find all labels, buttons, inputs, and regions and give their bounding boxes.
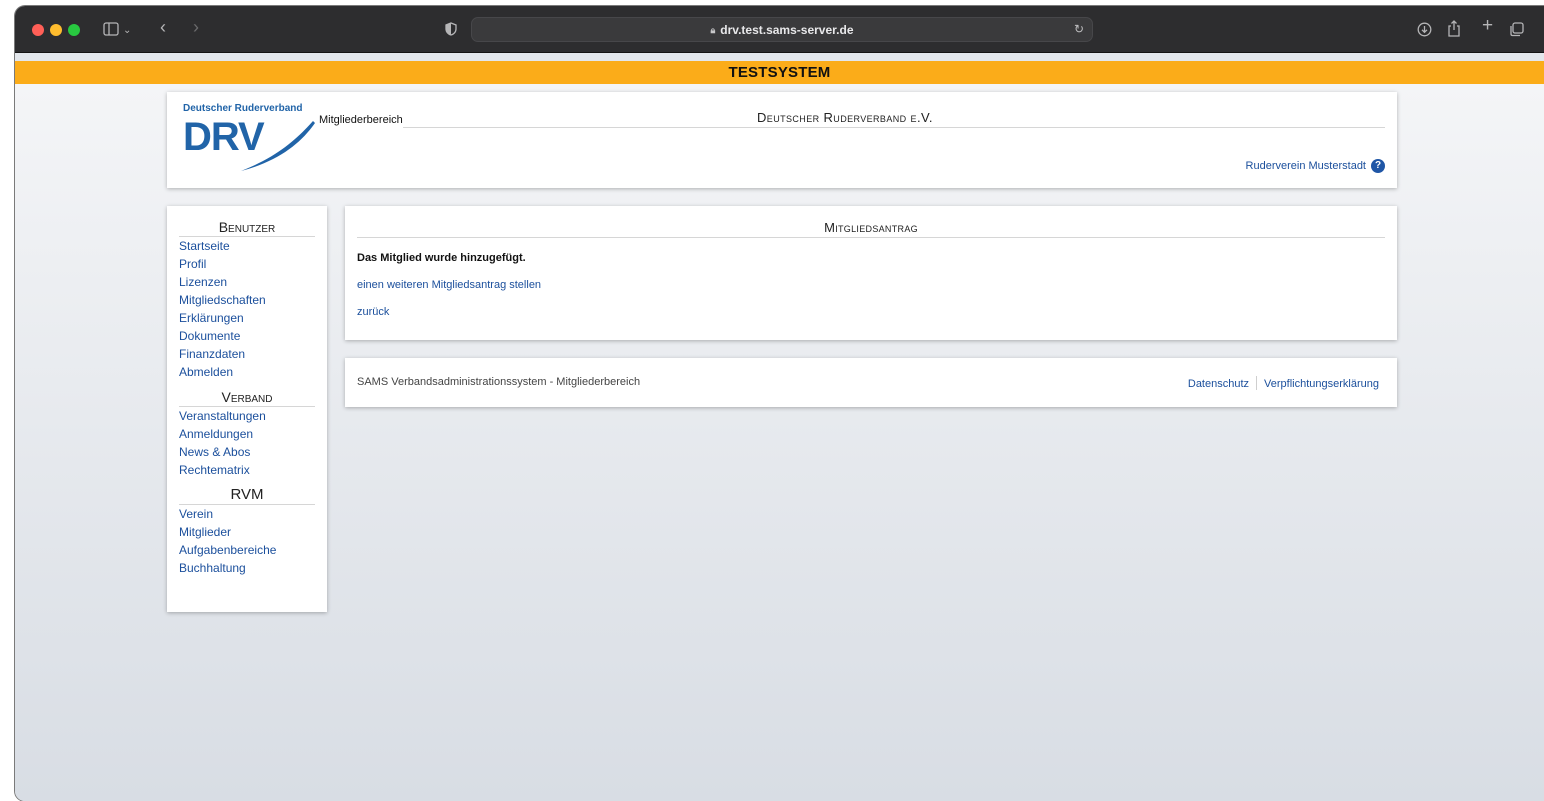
sidebar-item-mitglieder[interactable]: Mitglieder: [179, 523, 315, 541]
privacy-shield-icon[interactable]: [445, 22, 457, 36]
sidebar-item-startseite[interactable]: Startseite: [179, 237, 315, 255]
logo-swoosh-icon: [241, 121, 315, 171]
club-link[interactable]: Ruderverein Musterstadt ?: [1246, 159, 1385, 173]
lock-icon: 🔒︎: [710, 25, 716, 35]
back-link[interactable]: zurück: [357, 306, 389, 318]
testsystem-banner: TESTSYSTEM: [15, 61, 1544, 84]
header-divider: [403, 127, 1385, 128]
chevron-down-icon[interactable]: ⌄: [123, 23, 131, 39]
sidebar-item-lizenzen[interactable]: Lizenzen: [179, 273, 315, 291]
help-icon[interactable]: ?: [1371, 159, 1385, 173]
new-tab-icon[interactable]: +: [1482, 16, 1493, 35]
sidebar-item-erklaerungen[interactable]: Erklärungen: [179, 309, 315, 327]
area-label: Mitgliederbereich: [319, 114, 403, 126]
sidebar-toggle-icon[interactable]: [103, 22, 119, 36]
logo-text: Deutscher Ruderverband: [183, 103, 303, 114]
browser-window: ⌄ ‹ › 🔒︎ drv.test.sams-server.de ↻ + TEST…: [15, 6, 1544, 801]
sidebar-item-verein[interactable]: Verein: [179, 505, 315, 523]
footer-separator: [1256, 376, 1258, 390]
privacy-link[interactable]: Datenschutz: [1188, 378, 1249, 390]
share-icon[interactable]: [1447, 20, 1461, 37]
sidebar-item-buchhaltung[interactable]: Buchhaltung: [179, 559, 315, 577]
sidebar-item-finanzdaten[interactable]: Finanzdaten: [179, 345, 315, 363]
url-text: drv.test.sams-server.de: [720, 23, 854, 37]
sidebar-item-profil[interactable]: Profil: [179, 255, 315, 273]
back-icon[interactable]: ‹: [160, 18, 166, 36]
zoom-window-button[interactable]: [68, 24, 80, 36]
site-footer: SAMS Verbandsadministrationssystem - Mit…: [345, 358, 1397, 407]
forward-icon[interactable]: ›: [193, 18, 199, 36]
site-title: Deutscher Ruderverband e.V.: [757, 110, 933, 125]
main-panel: Mitgliedsantrag Das Mitglied wurde hinzu…: [345, 206, 1397, 340]
commitment-link[interactable]: Verpflichtungserklärung: [1264, 378, 1379, 390]
panel-title: Mitgliedsantrag: [824, 220, 918, 235]
browser-toolbar: ⌄ ‹ › 🔒︎ drv.test.sams-server.de ↻ +: [15, 6, 1544, 53]
sidebar-heading-verband: Verband: [179, 389, 315, 407]
sidebar-item-mitgliedschaften[interactable]: Mitgliedschaften: [179, 291, 315, 309]
sidebar-item-abmelden[interactable]: Abmelden: [179, 363, 315, 381]
drv-logo[interactable]: Deutscher Ruderverband DRV: [183, 103, 315, 175]
footer-links: Datenschutz Verpflichtungserklärung: [1188, 376, 1379, 390]
downloads-icon[interactable]: [1417, 22, 1432, 37]
sidebar-heading-rvm: RVM: [179, 486, 315, 505]
success-message: Das Mitglied wurde hinzugefügt.: [357, 252, 526, 264]
sidebar-navigation: Benutzer Startseite Profil Lizenzen Mitg…: [167, 206, 327, 612]
club-name: Ruderverein Musterstadt: [1245, 160, 1366, 172]
sidebar-item-rechtematrix[interactable]: Rechtematrix: [179, 461, 315, 479]
tab-overview-icon[interactable]: [1509, 22, 1524, 37]
sidebar-item-anmeldungen[interactable]: Anmeldungen: [179, 425, 315, 443]
minimize-window-button[interactable]: [50, 24, 62, 36]
site-header: Deutscher Ruderverband DRV Mitgliederber…: [167, 92, 1397, 188]
panel-divider: [357, 237, 1385, 238]
reload-icon[interactable]: ↻: [1074, 22, 1084, 36]
sidebar-item-dokumente[interactable]: Dokumente: [179, 327, 315, 345]
sidebar-item-news-abos[interactable]: News & Abos: [179, 443, 315, 461]
page-content: Deutscher Ruderverband DRV Mitgliederber…: [15, 84, 1544, 801]
address-bar[interactable]: 🔒︎ drv.test.sams-server.de ↻: [471, 17, 1093, 42]
sidebar-item-veranstaltungen[interactable]: Veranstaltungen: [179, 407, 315, 425]
footer-text: SAMS Verbandsadministrationssystem - Mit…: [357, 376, 641, 388]
sidebar-heading-benutzer: Benutzer: [179, 219, 315, 237]
sidebar-item-aufgabenbereiche[interactable]: Aufgabenbereiche: [179, 541, 315, 559]
close-window-button[interactable]: [32, 24, 44, 36]
new-application-link[interactable]: einen weiteren Mitgliedsantrag stellen: [357, 279, 541, 291]
